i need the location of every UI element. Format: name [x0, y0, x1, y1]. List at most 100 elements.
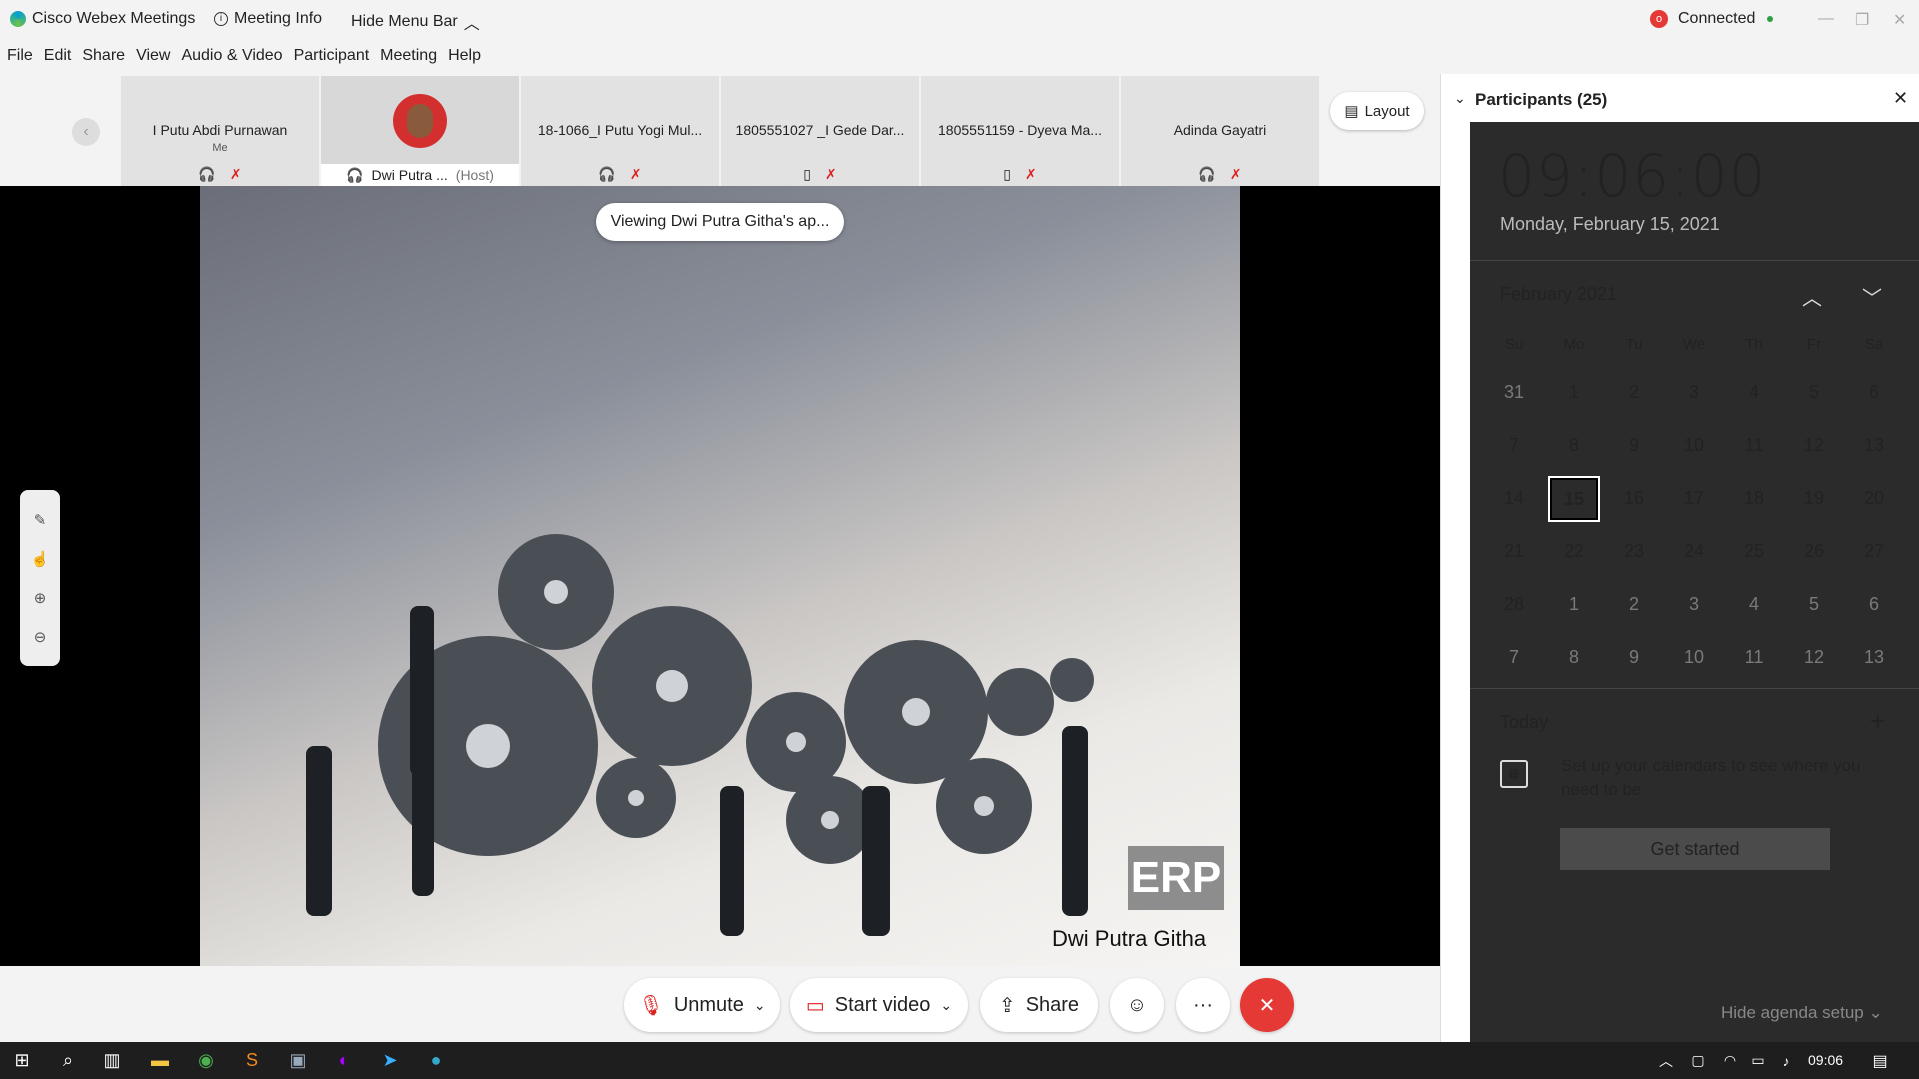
calendar-day[interactable]: 9	[1604, 419, 1664, 472]
task-view-icon[interactable]: ▥	[90, 1042, 134, 1079]
menu-audio-video[interactable]: Audio & Video	[181, 47, 282, 65]
calendar-day[interactable]: 25	[1724, 525, 1784, 578]
calendar-day[interactable]: 20	[1844, 472, 1904, 525]
menu-meeting[interactable]: Meeting	[380, 47, 437, 65]
participant-tile[interactable]: 1805551159 - Dyeva Ma... ▯ ✗	[921, 76, 1119, 186]
chevron-down-icon[interactable]: ⌄	[754, 997, 766, 1014]
file-explorer-icon[interactable]: ▬	[138, 1042, 182, 1079]
calendar-day-today[interactable]: 15	[1548, 476, 1600, 522]
volume-icon[interactable]: ♪	[1764, 1042, 1808, 1079]
minimize-button[interactable]: —	[1818, 10, 1834, 28]
strip-prev-button[interactable]: ‹	[72, 118, 100, 146]
calendar-day[interactable]: 7	[1484, 631, 1544, 684]
menu-edit[interactable]: Edit	[44, 47, 72, 65]
more-options-button[interactable]: ···	[1176, 978, 1230, 1032]
chevron-down-icon[interactable]: ⌄	[940, 997, 952, 1014]
calendar-day[interactable]: 27	[1844, 525, 1904, 578]
calendar-day[interactable]: 31	[1484, 366, 1544, 419]
calendar-day[interactable]: 4	[1724, 366, 1784, 419]
calendar-day[interactable]: 13	[1844, 631, 1904, 684]
calendar-day[interactable]: 11	[1724, 631, 1784, 684]
participant-tile[interactable]: 18-1066_I Putu Yogi Mul... 🎧 ✗	[521, 76, 719, 186]
calendar-day[interactable]: 22	[1544, 525, 1604, 578]
flyout-date[interactable]: Monday, February 15, 2021	[1500, 214, 1720, 235]
calendar-day[interactable]: 1	[1544, 578, 1604, 631]
hide-agenda-button[interactable]: Hide agenda setup ⌄	[1721, 1003, 1883, 1023]
menu-participant[interactable]: Participant	[294, 47, 370, 65]
connection-status[interactable]: o Connected	[1650, 10, 1774, 28]
title-bar: Cisco Webex Meetings i Meeting Info Hide…	[0, 0, 1919, 38]
hide-menu-bar-button[interactable]: Hide Menu Bar ︿	[351, 10, 480, 34]
calendar-day[interactable]: 21	[1484, 525, 1544, 578]
notifications-icon[interactable]: ▤	[1858, 1042, 1902, 1079]
restore-button[interactable]: ❐	[1855, 10, 1869, 30]
search-icon[interactable]: ⌕	[46, 1042, 90, 1079]
windows-start-icon[interactable]: ⊞	[0, 1042, 44, 1079]
calendar-day[interactable]: 14	[1484, 472, 1544, 525]
calendar-day[interactable]: 18	[1724, 472, 1784, 525]
calendar-day[interactable]: 17	[1664, 472, 1724, 525]
calendar-day[interactable]: 1	[1544, 366, 1604, 419]
prev-month-button[interactable]: ︿	[1802, 282, 1822, 311]
calendar-day[interactable]: 5	[1784, 578, 1844, 631]
calendar-day[interactable]: 8	[1544, 631, 1604, 684]
calendar-day[interactable]: 12	[1784, 631, 1844, 684]
zoom-in-icon[interactable]: ⊕	[34, 589, 47, 607]
app-icon[interactable]: ▣	[276, 1042, 320, 1079]
calendar-day[interactable]: 4	[1724, 578, 1784, 631]
calendar-day[interactable]: 11	[1724, 419, 1784, 472]
chrome-icon[interactable]: ◉	[184, 1042, 228, 1079]
start-video-button[interactable]: ▭ Start video ⌄	[790, 978, 968, 1032]
menu-help[interactable]: Help	[448, 47, 481, 65]
share-button[interactable]: ⇪ Share	[980, 978, 1098, 1032]
app-name: Cisco Webex Meetings	[32, 10, 196, 27]
calendar-day[interactable]: 19	[1784, 472, 1844, 525]
menu-file[interactable]: File	[7, 47, 33, 65]
meeting-info-button[interactable]: i Meeting Info	[214, 10, 322, 28]
pointer-icon[interactable]: ☝	[31, 550, 50, 568]
calendar-day[interactable]: 13	[1844, 419, 1904, 472]
collapse-panel-icon[interactable]: ⌄	[1454, 90, 1466, 107]
zoom-out-icon[interactable]: ⊖	[34, 628, 47, 646]
menu-share[interactable]: Share	[82, 47, 125, 65]
menu-view[interactable]: View	[136, 47, 170, 65]
calendar-day[interactable]: 26	[1784, 525, 1844, 578]
get-started-button[interactable]: Get started	[1560, 828, 1830, 870]
calendar-day[interactable]: 16	[1604, 472, 1664, 525]
close-panel-button[interactable]: ✕	[1893, 88, 1908, 109]
participant-tile[interactable]: Adinda Gayatri 🎧 ✗	[1121, 76, 1319, 186]
calendar-day[interactable]: 12	[1784, 419, 1844, 472]
calendar-day[interactable]: 8	[1544, 419, 1604, 472]
sublime-icon[interactable]: S	[230, 1042, 274, 1079]
unmute-button[interactable]: 🎙 Unmute ⌄	[624, 978, 780, 1032]
telegram-icon[interactable]: ➤	[368, 1042, 412, 1079]
next-month-button[interactable]: ﹀	[1862, 282, 1882, 311]
calendar-day[interactable]: 10	[1664, 631, 1724, 684]
calendar-day[interactable]: 6	[1844, 366, 1904, 419]
calendar-day[interactable]: 2	[1604, 578, 1664, 631]
reactions-button[interactable]: ☺	[1110, 978, 1164, 1032]
end-meeting-button[interactable]: ✕	[1240, 978, 1294, 1032]
calendar-day[interactable]: 6	[1844, 578, 1904, 631]
calendar-day[interactable]: 3	[1664, 578, 1724, 631]
calendar-day[interactable]: 23	[1604, 525, 1664, 578]
participant-tile-host[interactable]: 🎧 Dwi Putra ... (Host)	[321, 76, 519, 186]
taskbar-clock[interactable]: 09:06	[1808, 1052, 1843, 1068]
add-event-button[interactable]: +	[1870, 706, 1885, 737]
participant-tile[interactable]: 1805551027 _I Gede Dar... ▯ ✗	[721, 76, 919, 186]
calendar-day[interactable]: 5	[1784, 366, 1844, 419]
pen-icon[interactable]: ✎	[34, 511, 47, 529]
calendar-day[interactable]: 2	[1604, 366, 1664, 419]
webex-taskbar-icon[interactable]: ●	[414, 1042, 458, 1079]
calendar-day[interactable]: 10	[1664, 419, 1724, 472]
calendar-day[interactable]: 28	[1484, 578, 1544, 631]
calendar-day[interactable]: 7	[1484, 419, 1544, 472]
calendar-day[interactable]: 9	[1604, 631, 1664, 684]
participant-tile[interactable]: I Putu Abdi Purnawan Me 🎧 ✗	[121, 76, 319, 186]
calendar-month[interactable]: February 2021	[1500, 284, 1617, 305]
calendar-day[interactable]: 3	[1664, 366, 1724, 419]
app-icon[interactable]: ◐	[322, 1042, 366, 1079]
layout-button[interactable]: ▤ Layout	[1330, 92, 1424, 130]
calendar-day[interactable]: 24	[1664, 525, 1724, 578]
close-window-button[interactable]: ✕	[1893, 10, 1906, 30]
